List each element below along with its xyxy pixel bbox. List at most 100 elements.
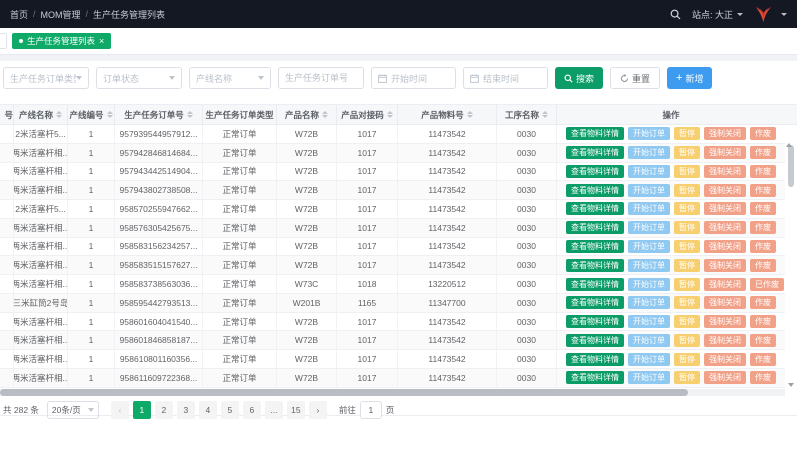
view-material-button[interactable]: 查看物料详情 [566, 278, 624, 291]
void-button[interactable]: 已作废 [750, 278, 784, 291]
search-icon[interactable] [670, 9, 681, 20]
view-material-button[interactable]: 查看物料详情 [566, 202, 624, 215]
force-close-button[interactable]: 强制关闭 [704, 165, 746, 178]
view-material-button[interactable]: 查看物料详情 [566, 259, 624, 272]
sort-icon[interactable] [387, 111, 393, 118]
sort-icon[interactable] [467, 111, 473, 118]
order-no-input[interactable] [285, 73, 357, 83]
force-close-button[interactable]: 强制关闭 [704, 240, 746, 253]
vertical-scroll-thumb[interactable] [788, 145, 794, 187]
pager-ellipsis[interactable]: ... [265, 401, 283, 419]
column-header[interactable]: 工序名称 [497, 105, 557, 124]
void-button[interactable]: 作废 [750, 127, 776, 140]
pager-page-4[interactable]: 4 [199, 401, 217, 419]
force-close-button[interactable]: 强制关闭 [704, 371, 746, 384]
view-material-button[interactable]: 查看物料详情 [566, 315, 624, 328]
force-close-button[interactable]: 强制关闭 [704, 221, 746, 234]
horizontal-scroll-thumb[interactable] [0, 389, 688, 396]
pause-button[interactable]: 暂停 [674, 315, 700, 328]
pager-page-6[interactable]: 6 [243, 401, 261, 419]
start-order-button[interactable]: 开始订单 [628, 353, 670, 366]
order-type-select[interactable]: 生产任务订单类型 [3, 67, 89, 89]
force-close-button[interactable]: 强制关闭 [704, 278, 746, 291]
start-order-button[interactable]: 开始订单 [628, 315, 670, 328]
pager-page-15[interactable]: 15 [287, 401, 305, 419]
tab-production-task-list[interactable]: 生产任务管理列表 × [12, 33, 111, 49]
start-order-button[interactable]: 开始订单 [628, 165, 670, 178]
pause-button[interactable]: 暂停 [674, 165, 700, 178]
pager-prev-button[interactable]: ‹ [111, 401, 129, 419]
void-button[interactable]: 作废 [750, 371, 776, 384]
add-button[interactable]: + 新增 [667, 67, 712, 89]
goto-page-input[interactable] [360, 401, 382, 419]
start-order-button[interactable]: 开始订单 [628, 371, 670, 384]
start-order-button[interactable]: 开始订单 [628, 202, 670, 215]
pause-button[interactable]: 暂停 [674, 240, 700, 253]
pager-page-3[interactable]: 3 [177, 401, 195, 419]
force-close-button[interactable]: 强制关闭 [704, 127, 746, 140]
void-button[interactable]: 作废 [750, 146, 776, 159]
start-time-picker[interactable]: 开始时间 [371, 67, 456, 89]
view-material-button[interactable]: 查看物料详情 [566, 371, 624, 384]
void-button[interactable]: 作废 [750, 221, 776, 234]
order-status-select[interactable]: 订单状态 [96, 67, 182, 89]
void-button[interactable]: 作废 [750, 353, 776, 366]
pause-button[interactable]: 暂停 [674, 371, 700, 384]
view-material-button[interactable]: 查看物料详情 [566, 221, 624, 234]
view-material-button[interactable]: 查看物料详情 [566, 296, 624, 309]
pause-button[interactable]: 暂停 [674, 278, 700, 291]
start-order-button[interactable]: 开始订单 [628, 240, 670, 253]
breadcrumb-home[interactable]: 首页 [10, 8, 28, 21]
start-order-button[interactable]: 开始订单 [628, 296, 670, 309]
scroll-up-icon[interactable] [786, 126, 792, 147]
pause-button[interactable]: 暂停 [674, 127, 700, 140]
column-header[interactable]: 产线名称 [14, 105, 68, 124]
start-order-button[interactable]: 开始订单 [628, 184, 670, 197]
column-header[interactable]: 产品物料号 [398, 105, 497, 124]
force-close-button[interactable]: 强制关闭 [704, 353, 746, 366]
page-size-select[interactable]: 20条/页 [47, 401, 99, 419]
reset-button[interactable]: 重置 [610, 67, 660, 89]
pause-button[interactable]: 暂停 [674, 221, 700, 234]
view-material-button[interactable]: 查看物料详情 [566, 165, 624, 178]
pager-next-button[interactable]: › [309, 401, 327, 419]
search-button[interactable]: 搜索 [555, 67, 603, 89]
start-order-button[interactable]: 开始订单 [628, 278, 670, 291]
pause-button[interactable]: 暂停 [674, 146, 700, 159]
void-button[interactable]: 作废 [750, 165, 776, 178]
force-close-button[interactable]: 强制关闭 [704, 202, 746, 215]
view-material-button[interactable]: 查看物料详情 [566, 146, 624, 159]
force-close-button[interactable]: 强制关闭 [704, 315, 746, 328]
column-header[interactable]: 产品对接码 [337, 105, 398, 124]
force-close-button[interactable]: 强制关闭 [704, 184, 746, 197]
void-button[interactable]: 作废 [750, 184, 776, 197]
pager-page-5[interactable]: 5 [221, 401, 239, 419]
start-order-button[interactable]: 开始订单 [628, 146, 670, 159]
column-header[interactable]: 产线编号 [68, 105, 115, 124]
pause-button[interactable]: 暂停 [674, 353, 700, 366]
void-button[interactable]: 作废 [750, 259, 776, 272]
pause-button[interactable]: 暂停 [674, 184, 700, 197]
view-material-button[interactable]: 查看物料详情 [566, 127, 624, 140]
view-material-button[interactable]: 查看物料详情 [566, 240, 624, 253]
sort-icon[interactable] [542, 111, 548, 118]
start-order-button[interactable]: 开始订单 [628, 221, 670, 234]
void-button[interactable]: 作废 [750, 240, 776, 253]
close-icon[interactable]: × [99, 37, 104, 46]
start-order-button[interactable]: 开始订单 [628, 127, 670, 140]
breadcrumb-mom[interactable]: MOM管理 [41, 8, 81, 21]
void-button[interactable]: 作废 [750, 202, 776, 215]
site-selector[interactable]: 站点: 大正 [692, 8, 743, 21]
force-close-button[interactable]: 强制关闭 [704, 146, 746, 159]
column-header[interactable]: 产品名称 [277, 105, 337, 124]
column-header[interactable]: 生产任务订单号 [115, 105, 203, 124]
view-material-button[interactable]: 查看物料详情 [566, 353, 624, 366]
start-order-button[interactable]: 开始订单 [628, 334, 670, 347]
pause-button[interactable]: 暂停 [674, 259, 700, 272]
void-button[interactable]: 作废 [750, 296, 776, 309]
vertical-scrollbar[interactable] [786, 126, 796, 389]
pause-button[interactable]: 暂停 [674, 296, 700, 309]
sort-icon[interactable] [107, 111, 113, 118]
line-name-select[interactable]: 产线名称 [189, 67, 271, 89]
sort-icon[interactable] [56, 111, 62, 118]
